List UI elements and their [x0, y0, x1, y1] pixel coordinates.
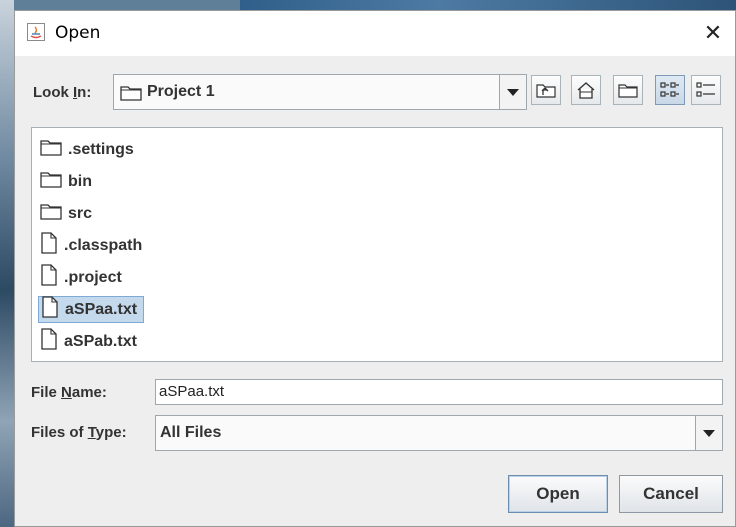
list-item-label: bin: [68, 172, 92, 190]
folder-icon: [38, 170, 68, 193]
new-folder-button[interactable]: [613, 75, 643, 105]
close-button[interactable]: ✕: [691, 11, 735, 56]
list-item[interactable]: .project: [38, 264, 128, 291]
open-button[interactable]: Open: [508, 475, 608, 513]
look-in-combo[interactable]: Project 1: [113, 74, 527, 110]
java-app-icon: [27, 23, 45, 41]
folder-icon: [38, 138, 68, 161]
home-button[interactable]: [571, 75, 601, 105]
file-type-value: All Files: [160, 424, 222, 441]
file-type-dropdown-button[interactable]: [695, 416, 722, 450]
details-view-button[interactable]: [691, 75, 721, 105]
window-title: Open: [55, 23, 101, 43]
file-type-combo[interactable]: All Files: [155, 415, 723, 451]
open-dialog: Open ✕ Look In: Project 1 .settings bin sr…: [14, 10, 736, 527]
look-in-dropdown-button[interactable]: [499, 75, 526, 109]
desktop-background: [0, 0, 14, 527]
close-icon: ✕: [703, 21, 723, 46]
folder-icon: [38, 202, 68, 225]
title-bar: Open ✕: [15, 11, 735, 56]
chevron-down-icon: [703, 429, 715, 437]
look-in-label: Look In:: [33, 84, 92, 101]
details-view-icon: [696, 82, 715, 97]
list-item-label: .settings: [68, 140, 134, 158]
list-view-icon: [660, 82, 679, 97]
cancel-button[interactable]: Cancel: [619, 475, 723, 513]
folder-icon: [120, 84, 142, 106]
file-type-label: Files of Type:: [31, 424, 127, 441]
up-one-level-icon: [536, 84, 556, 98]
file-name-label: File Name:: [31, 384, 107, 401]
list-item[interactable]: src: [38, 200, 98, 227]
list-item[interactable]: .settings: [38, 136, 140, 163]
list-item-label: .classpath: [64, 236, 143, 254]
list-item[interactable]: bin: [38, 168, 98, 195]
list-view-button[interactable]: [655, 75, 685, 105]
chevron-down-icon: [507, 88, 519, 96]
file-icon: [38, 328, 64, 355]
file-icon: [38, 264, 64, 291]
list-item[interactable]: .classpath: [38, 232, 148, 259]
file-name-input[interactable]: aSPaa.txt: [155, 379, 723, 405]
list-item-label: aSPaa.txt: [65, 300, 138, 318]
new-folder-icon: [618, 84, 638, 98]
list-item[interactable]: aSPaa.txt: [38, 296, 145, 323]
list-item-label: aSPab.txt: [64, 332, 137, 350]
list-item-label: src: [68, 204, 93, 222]
file-list[interactable]: .settings bin src .classpath .project aSPaa.t…: [31, 127, 723, 362]
file-icon: [38, 232, 64, 259]
list-item-label: .project: [64, 268, 122, 286]
up-one-level-button[interactable]: [531, 75, 561, 105]
home-icon: [577, 82, 595, 99]
look-in-value: Project 1: [147, 83, 215, 100]
list-item[interactable]: aSPab.txt: [38, 328, 143, 355]
file-icon: [39, 296, 65, 323]
